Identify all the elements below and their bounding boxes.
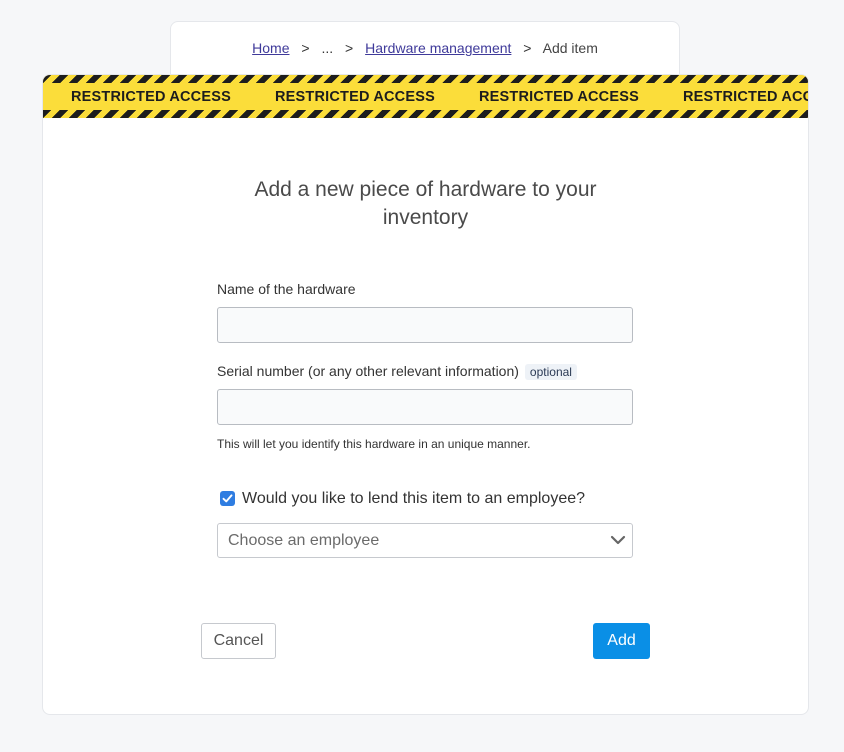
banner-text: RESTRICTED ACCESS: [71, 89, 231, 105]
optional-badge: optional: [524, 364, 577, 380]
name-label: Name of the hardware: [217, 281, 356, 297]
employee-select[interactable]: Choose an employee: [217, 523, 633, 558]
banner-text: RESTRICTED ACCESS: [479, 89, 639, 105]
breadcrumb-separator: >: [523, 40, 532, 56]
restricted-access-banner: RESTRICTED ACCESS RESTRICTED ACCESS REST…: [43, 75, 808, 118]
breadcrumb-separator: >: [345, 40, 354, 56]
breadcrumb: Home > ... > Hardware management > Add i…: [171, 40, 679, 56]
form-title-text: Add a new piece of hardware to your inve…: [254, 178, 597, 229]
breadcrumb-home-link[interactable]: Home: [252, 40, 289, 56]
serial-number-input[interactable]: [217, 389, 633, 425]
hardware-name-input[interactable]: [217, 307, 633, 343]
serial-help-text: This will let you identify this hardware…: [217, 437, 531, 451]
banner-text: RESTRICTED ACCESS: [683, 89, 808, 105]
banner-stripe-bottom: [43, 110, 808, 118]
main-card: RESTRICTED ACCESS RESTRICTED ACCESS REST…: [42, 74, 809, 715]
breadcrumb-separator: >: [301, 40, 310, 56]
form-title: Add a new piece of hardware to your inve…: [43, 176, 808, 232]
lend-checkbox[interactable]: [220, 491, 235, 506]
banner-stripe-top: [43, 75, 808, 83]
serial-label: Serial number (or any other relevant inf…: [217, 363, 577, 380]
breadcrumb-hardware-link[interactable]: Hardware management: [365, 40, 511, 56]
check-icon: [222, 494, 233, 503]
cancel-button[interactable]: Cancel: [201, 623, 276, 659]
breadcrumb-current: Add item: [542, 40, 598, 56]
chevron-down-icon: [610, 535, 626, 545]
add-button[interactable]: Add: [593, 623, 650, 659]
serial-label-text: Serial number (or any other relevant inf…: [217, 363, 519, 379]
employee-select-value: Choose an employee: [228, 532, 380, 549]
lend-checkbox-label[interactable]: Would you like to lend this item to an e…: [242, 490, 585, 508]
breadcrumb-ellipsis[interactable]: ...: [321, 40, 333, 56]
banner-text: RESTRICTED ACCESS: [275, 89, 435, 105]
